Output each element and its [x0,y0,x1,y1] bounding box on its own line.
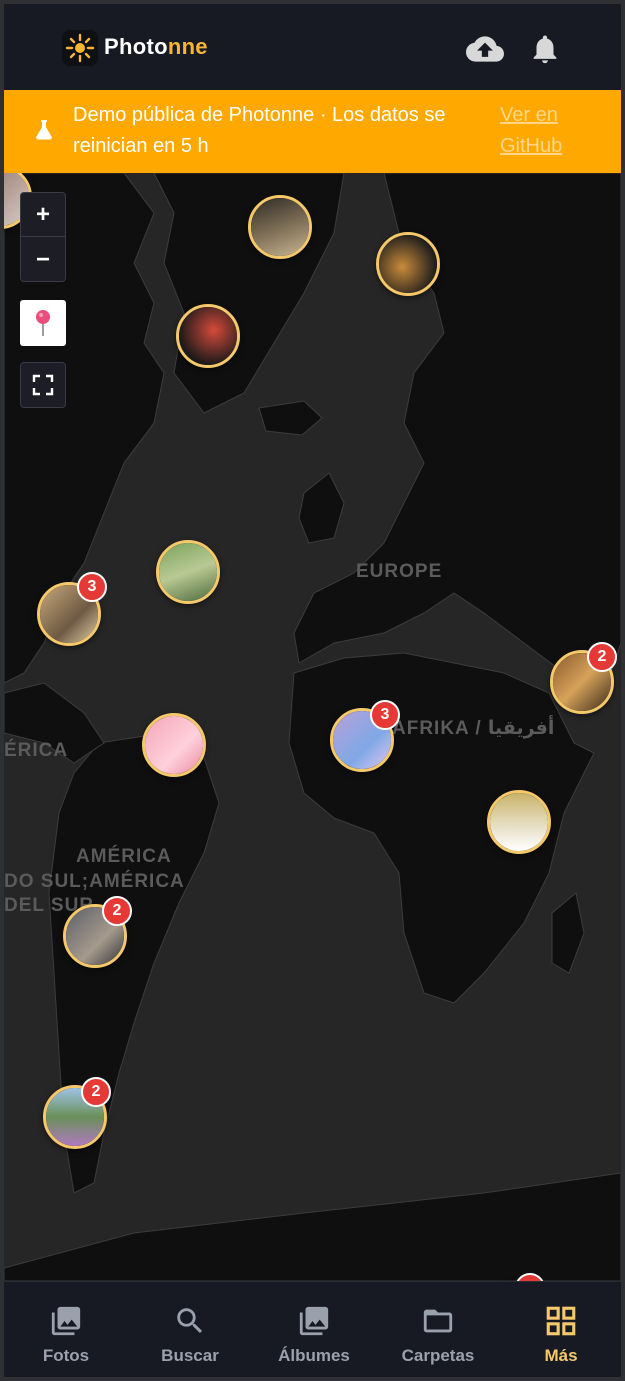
label-south-america-1: AMÉRICA [76,846,172,867]
photo-marker[interactable] [487,790,551,854]
bottom-navigation: Fotos Buscar Álbumes Carpetas Más [4,1281,621,1377]
nav-label-fotos: Fotos [42,1346,90,1365]
nav-label-carpetas: Carpetas [401,1346,475,1365]
demo-banner-text: Demo pública de Photonne · Los datos se … [73,104,446,157]
zoom-out-button[interactable]: − [21,238,65,282]
photo-marker[interactable] [156,540,220,604]
folder-icon [423,1309,453,1333]
top-app-bar: Photonne [4,4,621,90]
app-frame: Photonne Demo pública de Photonne · Los … [4,4,621,1377]
brand-part-2: nne [167,34,208,59]
label-america: ÉRICA [4,740,69,761]
photo-marker[interactable] [248,195,312,259]
nav-item-fotos[interactable]: Fotos [6,1282,126,1377]
demo-banner: Demo pública de Photonne · Los datos se … [4,90,621,173]
github-link[interactable]: Ver en GitHub [500,100,590,162]
nav-label-mas: Más [544,1346,578,1365]
photo-marker[interactable] [176,304,240,368]
albums-icon [299,1306,329,1336]
cloud-upload-icon [466,36,504,62]
label-africa: AFRIKA / أفريقيا [392,718,555,739]
fullscreen-button[interactable] [20,362,66,408]
photos-icon [51,1306,81,1336]
cluster-count-badge: 3 [77,572,107,602]
photo-marker[interactable] [376,232,440,296]
nav-item-carpetas[interactable]: Carpetas [378,1282,498,1377]
nav-item-buscar[interactable]: Buscar [130,1282,250,1377]
nav-item-mas[interactable]: Más [501,1282,621,1377]
photo-map[interactable]: EUROPE AFRIKA / أفريقيا ÉRICA AMÉRICA DO… [4,173,621,1281]
notifications-button[interactable] [526,30,564,68]
zoom-in-button[interactable]: + [21,193,65,237]
photonne-logo-icon[interactable] [62,30,98,66]
brand-part-1: Photo [104,34,168,59]
nav-item-albumes[interactable]: Álbumes [254,1282,374,1377]
grid-icon [546,1306,576,1336]
pushpin-icon [36,310,50,336]
zoom-controls: + − [20,192,66,282]
flask-icon [32,118,56,142]
nav-label-buscar: Buscar [161,1346,219,1365]
label-europe: EUROPE [356,561,443,582]
cluster-count-badge: 3 [370,700,400,730]
search-icon [177,1308,203,1334]
cluster-count-badge: 2 [102,896,132,926]
upload-button[interactable] [466,30,504,68]
label-south-america-2: DO SUL;AMÉRICA [4,871,185,892]
fullscreen-icon [32,374,54,396]
photo-marker[interactable] [142,713,206,777]
app-brand-name[interactable]: Photonne [104,34,208,60]
bell-icon [533,35,557,64]
nav-label-albumes: Álbumes [278,1346,350,1365]
cluster-count-badge: 2 [81,1077,111,1107]
cluster-count-badge: 2 [587,642,617,672]
pin-button[interactable] [20,300,66,346]
